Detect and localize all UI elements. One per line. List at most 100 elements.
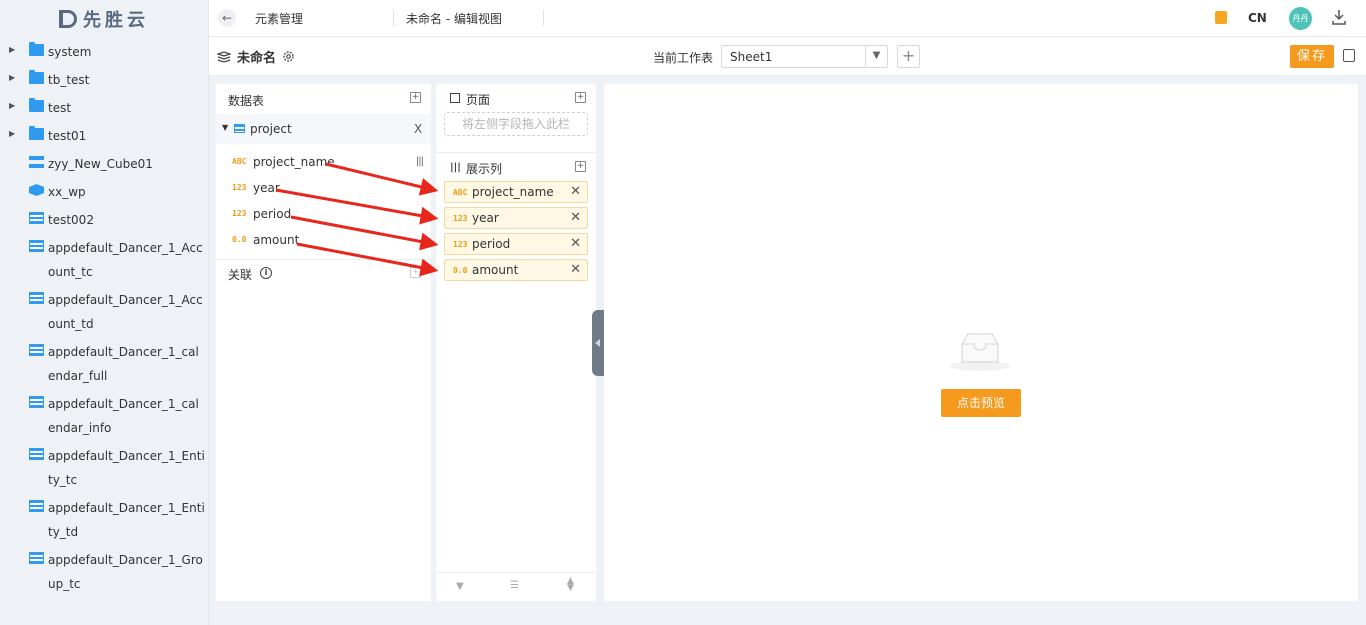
- caret-right-icon[interactable]: ▶: [9, 73, 15, 82]
- remove-column-close-icon[interactable]: ✕: [570, 184, 581, 199]
- folder-icon: [29, 70, 44, 84]
- remove-column-close-icon[interactable]: ✕: [570, 210, 581, 225]
- sheet-select[interactable]: Sheet1 ▼: [721, 45, 888, 68]
- field-row[interactable]: ABC project_name |||: [216, 150, 431, 176]
- add-sheet-button[interactable]: +: [897, 45, 920, 68]
- collapse-panel-handle[interactable]: [592, 310, 604, 376]
- field-type-badge: 123: [453, 214, 468, 223]
- chevron-down-icon[interactable]: ▼: [865, 46, 887, 67]
- sidebar-item[interactable]: appdefault_Dancer_1_calendar_full: [0, 340, 209, 392]
- sort-icon[interactable]: ▲ ▼: [567, 577, 574, 593]
- filter-icon[interactable]: ▼: [456, 581, 464, 592]
- divider: [436, 152, 596, 153]
- page-section-add-icon[interactable]: +: [575, 92, 586, 103]
- sidebar-item[interactable]: zyy_New_Cube01: [0, 152, 209, 180]
- table-header-row[interactable]: ▼ project X: [216, 114, 431, 144]
- remove-column-close-icon[interactable]: ✕: [570, 236, 581, 251]
- sidebar-item[interactable]: test002: [0, 208, 209, 236]
- sidebar-item-label: appdefault_Dancer_1_Entity_td: [48, 501, 205, 539]
- table-icon: [29, 552, 44, 564]
- brand-name: 先胜云: [83, 10, 149, 31]
- empty-inbox-icon: [950, 330, 1010, 374]
- divider: [543, 10, 544, 26]
- sidebar-item[interactable]: ▶ test: [0, 96, 209, 124]
- notification-bag-icon[interactable]: [1215, 11, 1227, 24]
- field-row[interactable]: 123 period: [216, 202, 431, 228]
- language-switch[interactable]: CN: [1248, 11, 1267, 25]
- remove-column-close-icon[interactable]: ✕: [570, 262, 581, 277]
- list-icon[interactable]: ☰: [510, 580, 519, 591]
- field-name: period: [253, 207, 292, 221]
- table-icon: [29, 344, 44, 356]
- field-type-badge: ABC: [232, 157, 247, 166]
- view-title: 未命名: [217, 47, 295, 66]
- sidebar-item[interactable]: appdefault_Dancer_1_calendar_info: [0, 392, 209, 444]
- download-icon[interactable]: [1331, 9, 1347, 25]
- table-icon: [29, 212, 44, 224]
- table-icon: [29, 292, 44, 304]
- caret-right-icon[interactable]: ▶: [9, 101, 15, 110]
- table-icon: [234, 124, 245, 133]
- remove-table-button[interactable]: X: [414, 122, 422, 136]
- display-column-chip[interactable]: ABC project_name ✕: [444, 181, 588, 203]
- sheet-label: 当前工作表: [653, 51, 714, 65]
- folder-icon: [29, 98, 44, 112]
- sidebar-item[interactable]: ▶ tb_test: [0, 68, 209, 96]
- display-column-chip[interactable]: 123 period ✕: [444, 233, 588, 255]
- field-name: project_name: [253, 155, 335, 169]
- field-name: year: [253, 181, 280, 195]
- settings-gear-icon[interactable]: [282, 50, 295, 63]
- drag-handle-icon[interactable]: |||: [416, 156, 424, 167]
- display-columns-add-icon[interactable]: +: [575, 161, 586, 172]
- top-bar: ← 元素管理 未命名 - 编辑视图 CN 丹丹: [209, 0, 1366, 37]
- field-type-badge: 123: [232, 209, 247, 218]
- sidebar-item[interactable]: xx_wp: [0, 180, 209, 208]
- cube-icon: [29, 184, 44, 196]
- fields-panel: 数据表 + ▼ project X ABC project_name ||| 123 y…: [216, 84, 431, 601]
- field-type-badge: 0.0: [453, 266, 468, 275]
- logo-mark-icon: [59, 10, 77, 28]
- table-name: project: [250, 122, 292, 136]
- save-button[interactable]: 保存: [1290, 45, 1334, 68]
- add-table-icon[interactable]: +: [410, 92, 421, 103]
- field-type-badge: 123: [453, 240, 468, 249]
- save-as-icon[interactable]: [1343, 49, 1355, 62]
- view-toolbar: 未命名 当前工作表 Sheet1 ▼ + 保存: [209, 37, 1366, 75]
- folder-icon: [29, 126, 44, 140]
- sidebar-item-label: test: [48, 101, 72, 115]
- field-row[interactable]: 0.0 amount: [216, 228, 431, 254]
- sidebar-item[interactable]: appdefault_Dancer_1_Entity_tc: [0, 444, 209, 496]
- sidebar-item[interactable]: appdefault_Dancer_1_Account_td: [0, 288, 209, 340]
- table-icon: [29, 240, 44, 252]
- display-columns-title: 展示列: [466, 162, 503, 176]
- page-drop-zone[interactable]: 将左侧字段拖入此栏: [444, 112, 588, 136]
- sidebar-item[interactable]: appdefault_Dancer_1_Group_tc: [0, 548, 209, 600]
- sidebar-item[interactable]: ▶ test01: [0, 124, 209, 152]
- back-button[interactable]: ←: [218, 9, 236, 27]
- table-icon: [29, 396, 44, 408]
- display-column-chip[interactable]: 0.0 amount ✕: [444, 259, 588, 281]
- add-relation-icon[interactable]: +: [410, 267, 421, 278]
- sidebar-item[interactable]: appdefault_Dancer_1_Entity_td: [0, 496, 209, 548]
- column-name: period: [472, 237, 511, 251]
- sidebar-item-label: appdefault_Dancer_1_Group_tc: [48, 553, 203, 591]
- breadcrumb-module[interactable]: 元素管理: [255, 10, 303, 27]
- info-icon[interactable]: i: [260, 267, 272, 279]
- sidebar-item-label: tb_test: [48, 73, 90, 87]
- user-avatar[interactable]: 丹丹: [1289, 7, 1312, 30]
- sidebar-item-label: appdefault_Dancer_1_calendar_info: [48, 397, 199, 435]
- caret-down-icon[interactable]: ▼: [222, 123, 228, 132]
- display-column-chip[interactable]: 123 year ✕: [444, 207, 588, 229]
- preview-button[interactable]: 点击预览: [941, 389, 1021, 417]
- caret-right-icon[interactable]: ▶: [9, 129, 15, 138]
- fields-panel-title: 数据表: [228, 94, 265, 108]
- sidebar-item-label: appdefault_Dancer_1_Account_tc: [48, 241, 203, 279]
- sidebar-item[interactable]: ▶ system: [0, 40, 209, 68]
- caret-right-icon[interactable]: ▶: [9, 45, 15, 54]
- columns-panel: 页面 + 将左侧字段拖入此栏 ||| 展示列 + ABC project_name…: [436, 84, 596, 601]
- field-row[interactable]: 123 year: [216, 176, 431, 202]
- page-section-title: 页面: [466, 93, 491, 107]
- column-name: project_name: [472, 185, 554, 199]
- sidebar-item[interactable]: appdefault_Dancer_1_Account_tc: [0, 236, 209, 288]
- brand-logo: 先胜云: [0, 0, 208, 38]
